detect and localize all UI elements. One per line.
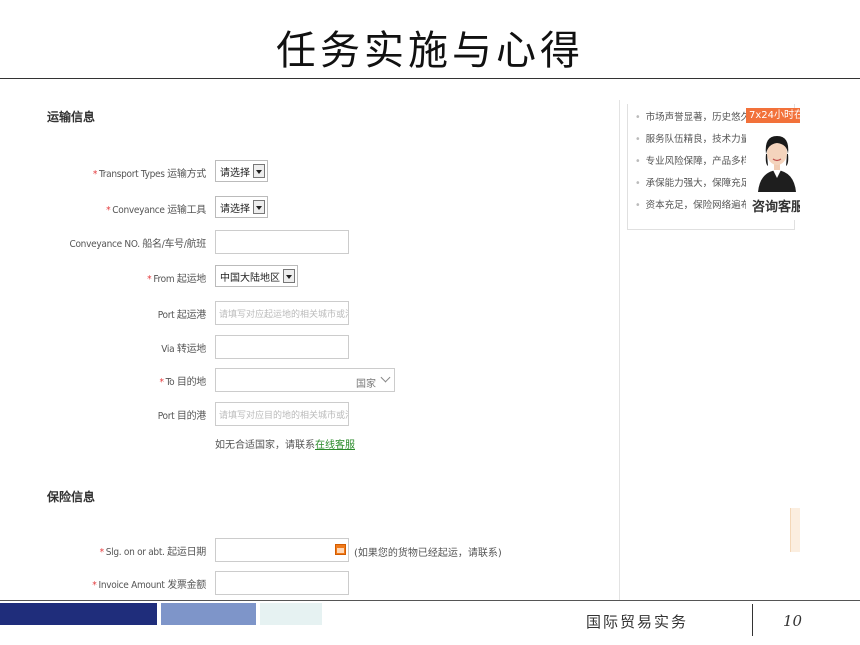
dropdown-arrow-icon	[253, 200, 265, 214]
invoice-amount-row: * Invoice Amount 发票金额	[43, 571, 613, 597]
feature-item: 服务队伍精良，技术力量雄厚	[635, 132, 747, 154]
required-mark: *	[147, 274, 152, 285]
chevron-down-icon	[380, 372, 391, 383]
departure-date-label: * Slg. on or abt. 起运日期	[99, 547, 207, 558]
transport-types-label: * Transport Types 运输方式	[92, 169, 206, 180]
to-row: * To 目的地 国家	[43, 368, 613, 394]
feature-list: 市场声誉显著，历史悠久 服务队伍精良，技术力量雄厚 专业风险保障，产品多样 承保…	[635, 110, 747, 220]
sidebar-divider	[619, 100, 620, 600]
transport-section-heading: 运输信息	[47, 110, 96, 124]
feature-item: 市场声誉显著，历史悠久	[635, 110, 747, 132]
online-service-link[interactable]: 在线客服	[315, 440, 355, 451]
footer-bar-dark	[0, 603, 157, 625]
service-agent-avatar	[754, 126, 800, 192]
footer-bar-mid	[161, 603, 256, 625]
calendar-icon[interactable]	[335, 544, 346, 555]
invoice-amount-label: * Invoice Amount 发票金额	[92, 580, 206, 591]
feature-item: 专业风险保障，产品多样	[635, 154, 747, 176]
feature-item: 资本充足，保险网络遍布	[635, 198, 747, 220]
transport-types-select[interactable]: 请选择	[215, 160, 268, 182]
required-mark: *	[92, 169, 98, 180]
feature-item: 承保能力强大，保障充足	[635, 176, 747, 198]
page-number: 10	[783, 612, 803, 630]
from-select[interactable]: 中国大陆地区	[215, 265, 298, 287]
conveyance-select[interactable]: 请选择	[215, 196, 268, 218]
required-mark: *	[106, 205, 111, 216]
via-input[interactable]	[215, 335, 349, 359]
from-row: * From 起运地 中国大陆地区	[43, 265, 613, 291]
to-label: * To 目的地	[159, 377, 206, 388]
invoice-amount-input[interactable]	[215, 571, 349, 595]
via-label: Via 转运地	[161, 344, 206, 355]
via-row: Via 转运地	[43, 335, 613, 361]
insurance-form-screenshot: 运输信息 * Transport Types 运输方式 请选择 * Conveyan…	[43, 100, 800, 600]
port-to-label: Port 目的港	[157, 411, 207, 422]
departure-date-note: (如果您的货物已经起运，请联系)	[354, 548, 502, 559]
footer-divider	[0, 600, 860, 601]
from-label: * From 起运地	[147, 274, 206, 285]
conveyance-no-row: Conveyance NO. 船名/车号/航班	[43, 230, 613, 256]
port-to-input[interactable]: 请填写对应目的地的相关城市或港口	[215, 402, 349, 426]
footer-course-name: 国际贸易实务	[586, 613, 689, 631]
to-country-select[interactable]: 国家	[215, 368, 395, 392]
dropdown-arrow-icon	[283, 269, 295, 283]
departure-date-row: * Slg. on or abt. 起运日期 (如果您的货物已经起运，请联系)	[43, 538, 613, 564]
departure-date-input[interactable]: (如果您的货物已经起运，请联系)	[215, 538, 502, 562]
port-from-row: Port 起运港 请填写对应起运地的相关城市或港口	[43, 301, 613, 327]
conveyance-no-input[interactable]	[215, 230, 349, 254]
transport-types-row: * Transport Types 运输方式 请选择	[43, 160, 613, 186]
port-from-label: Port 起运港	[157, 310, 207, 321]
title-divider	[0, 78, 860, 79]
port-to-row: Port 目的港 请填写对应目的地的相关城市或港口	[43, 402, 613, 428]
dropdown-arrow-icon	[253, 164, 265, 178]
required-mark: *	[99, 547, 105, 558]
floating-side-tab[interactable]	[790, 508, 800, 552]
country-hint: 国家	[356, 379, 376, 390]
conveyance-row: * Conveyance 运输工具 请选择	[43, 196, 613, 222]
customer-service-widget[interactable]: 7x24小时在线 咨询客服	[746, 108, 800, 220]
footer-bar-light	[260, 603, 322, 625]
footer-separator	[752, 604, 753, 636]
service-label: 咨询客服	[752, 200, 800, 215]
conveyance-label: * Conveyance 运输工具	[106, 205, 206, 216]
help-note: 如无合适国家，请联系在线客服	[215, 440, 355, 451]
service-hours-tag: 7x24小时在线	[746, 108, 800, 123]
port-from-input[interactable]: 请填写对应起运地的相关城市或港口	[215, 301, 349, 325]
insurance-section-heading: 保险信息	[47, 490, 96, 504]
conveyance-no-label: Conveyance NO. 船名/车号/航班	[69, 239, 206, 250]
slide-title: 任务实施与心得	[276, 28, 584, 74]
required-mark: *	[159, 377, 164, 388]
required-mark: *	[92, 580, 97, 591]
